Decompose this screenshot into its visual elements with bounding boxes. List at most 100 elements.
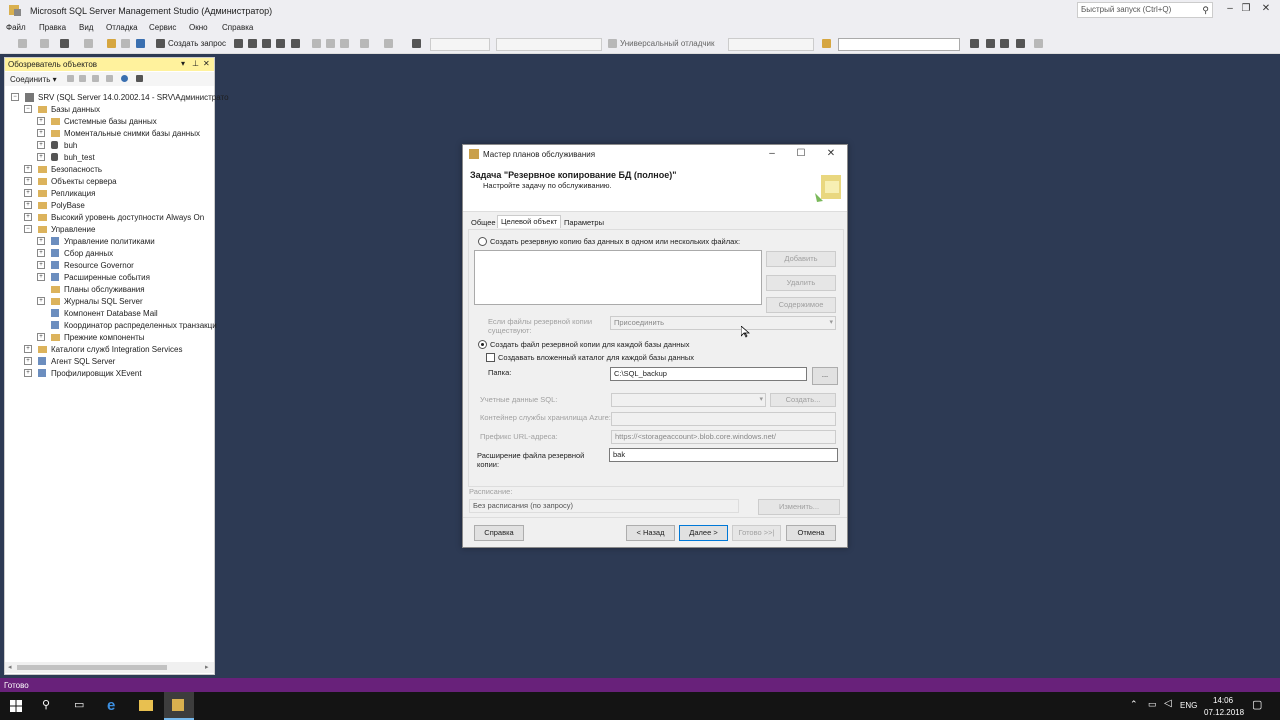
back-icon[interactable] xyxy=(18,39,27,48)
window-position-icon[interactable]: ▾ xyxy=(181,59,185,68)
tree-node[interactable]: Координатор распределенных транзакци xyxy=(5,319,217,331)
new-query-icon[interactable] xyxy=(156,39,165,48)
clock-time[interactable]: 14:06 xyxy=(1213,696,1233,705)
xmla-query-icon[interactable] xyxy=(262,39,271,48)
menu-edit[interactable]: Правка xyxy=(39,23,66,32)
browse-folder-button[interactable]: ... xyxy=(812,367,838,385)
expand-icon[interactable]: + xyxy=(37,129,45,137)
new-file-icon[interactable] xyxy=(84,39,93,48)
tab-target[interactable]: Целевой объект xyxy=(497,215,562,228)
redo-icon[interactable] xyxy=(384,39,393,48)
menu-help[interactable]: Справка xyxy=(222,23,253,32)
tree-node[interactable]: + PolyBase xyxy=(5,199,214,211)
maximize-button[interactable]: ❐ xyxy=(1236,3,1256,14)
windows-start-icon[interactable] xyxy=(10,700,22,712)
cancel-button[interactable]: Отмена xyxy=(786,525,836,541)
file-explorer-icon[interactable] xyxy=(139,700,153,711)
database-combo[interactable] xyxy=(430,38,490,51)
tree-node[interactable]: + Репликация xyxy=(5,187,214,199)
tree-node[interactable]: + Прежние компоненты xyxy=(5,331,214,343)
collapse-icon[interactable]: − xyxy=(24,225,32,233)
tree-node[interactable]: + Агент SQL Server xyxy=(5,355,214,367)
tree-node[interactable]: − Базы данных xyxy=(5,103,214,115)
menu-tools[interactable]: Сервис xyxy=(149,23,176,32)
tree-node[interactable]: + Сбор данных xyxy=(5,247,214,259)
notifications-icon[interactable]: ▢ xyxy=(1252,698,1262,711)
sql-credential-select[interactable]: ▾ xyxy=(611,393,766,407)
expand-icon[interactable]: + xyxy=(24,189,32,197)
quick-launch-input[interactable]: Быстрый запуск (Ctrl+Q) ⚲ xyxy=(1077,2,1213,18)
menu-debug[interactable]: Отладка xyxy=(106,23,138,32)
tree-node[interactable]: + buh xyxy=(5,139,214,151)
connect-icon[interactable] xyxy=(67,75,74,82)
search-icon[interactable]: ⚲ xyxy=(42,698,50,711)
input-language[interactable]: ENG xyxy=(1180,701,1197,710)
new-query-button[interactable]: Создать запрос xyxy=(168,39,226,48)
refresh-icon[interactable] xyxy=(121,75,128,82)
stop-icon[interactable] xyxy=(92,75,99,82)
wrench-icon[interactable] xyxy=(986,39,995,48)
menu-view[interactable]: Вид xyxy=(79,23,93,32)
start-debug-icon[interactable] xyxy=(608,39,617,48)
new-project-icon[interactable] xyxy=(60,39,69,48)
create-credential-button[interactable]: Создать... xyxy=(770,393,836,407)
expand-icon[interactable]: + xyxy=(37,333,45,341)
dialog-close-button[interactable]: ✕ xyxy=(823,148,839,159)
edge-browser-icon[interactable]: e xyxy=(107,697,115,714)
collapse-icon[interactable]: − xyxy=(11,93,19,101)
paste-icon[interactable] xyxy=(340,39,349,48)
task-view-icon[interactable]: ▭ xyxy=(74,698,84,711)
scroll-right-icon[interactable]: ▸ xyxy=(205,663,209,671)
network-icon[interactable]: ▭ xyxy=(1148,699,1157,710)
volume-icon[interactable]: ◁ xyxy=(1164,698,1172,709)
expand-icon[interactable]: + xyxy=(37,237,45,245)
tree-node[interactable]: − Управление xyxy=(5,223,214,235)
tab-options[interactable]: Параметры xyxy=(561,217,607,229)
expand-icon[interactable]: + xyxy=(24,177,32,185)
folder-input[interactable]: C:\SQL_backup xyxy=(610,367,807,381)
solution-icon[interactable] xyxy=(412,39,421,48)
expand-icon[interactable]: + xyxy=(37,153,45,161)
undo-icon[interactable] xyxy=(360,39,369,48)
expand-icon[interactable]: + xyxy=(24,165,32,173)
remove-button[interactable]: Удалить xyxy=(766,275,836,291)
find-in-files-icon[interactable] xyxy=(822,39,831,48)
tree-node[interactable]: Компонент Database Mail xyxy=(5,307,214,319)
tree-node[interactable]: + Объекты сервера xyxy=(5,175,214,187)
find-combo[interactable] xyxy=(838,38,960,51)
tree-node[interactable]: − SRV (SQL Server 14.0.2002.14 - SRV\Адми… xyxy=(5,91,229,103)
expand-icon[interactable]: + xyxy=(24,201,32,209)
horizontal-scrollbar[interactable]: ◂ ▸ xyxy=(5,662,214,673)
ssms-taskbar-button[interactable] xyxy=(164,692,194,720)
copy-icon[interactable] xyxy=(326,39,335,48)
scroll-left-icon[interactable]: ◂ xyxy=(8,663,12,671)
dialog-maximize-button[interactable]: ☐ xyxy=(793,148,809,159)
tree-node[interactable]: + Resource Governor xyxy=(5,259,214,271)
pin-icon[interactable]: ⊥ xyxy=(192,59,199,68)
save-all-icon[interactable] xyxy=(136,39,145,48)
tree-node[interactable]: + Безопасность xyxy=(5,163,214,175)
expand-icon[interactable]: + xyxy=(37,249,45,257)
tree-node[interactable]: + Каталоги служб Integration Services xyxy=(5,343,214,355)
properties-icon[interactable] xyxy=(970,39,979,48)
toolbar-options-icon[interactable] xyxy=(1034,39,1043,48)
analysis-query-icon[interactable] xyxy=(291,39,300,48)
contents-button[interactable]: Содержимое xyxy=(766,297,836,313)
expand-icon[interactable]: + xyxy=(37,297,45,305)
expand-icon[interactable]: + xyxy=(24,357,32,365)
tree-node[interactable]: Планы обслуживания xyxy=(5,283,214,295)
windows-layout-icon[interactable] xyxy=(1016,39,1025,48)
tab-general[interactable]: Общее xyxy=(468,217,499,229)
change-schedule-button[interactable]: Изменить... xyxy=(758,499,840,515)
add-button[interactable]: Добавить xyxy=(766,251,836,267)
radio-per-db[interactable] xyxy=(478,340,487,349)
tree-node[interactable]: + Расширенные события xyxy=(5,271,214,283)
filter-icon[interactable] xyxy=(106,75,113,82)
tree-node[interactable]: + Моментальные снимки базы данных xyxy=(5,127,214,139)
collapse-icon[interactable]: − xyxy=(24,105,32,113)
debugger-label[interactable]: Универсальный отладчик xyxy=(620,39,715,48)
menu-file[interactable]: Файл xyxy=(6,23,26,32)
expand-icon[interactable]: + xyxy=(24,345,32,353)
activity-monitor-icon[interactable] xyxy=(136,75,143,82)
expand-icon[interactable]: + xyxy=(37,117,45,125)
